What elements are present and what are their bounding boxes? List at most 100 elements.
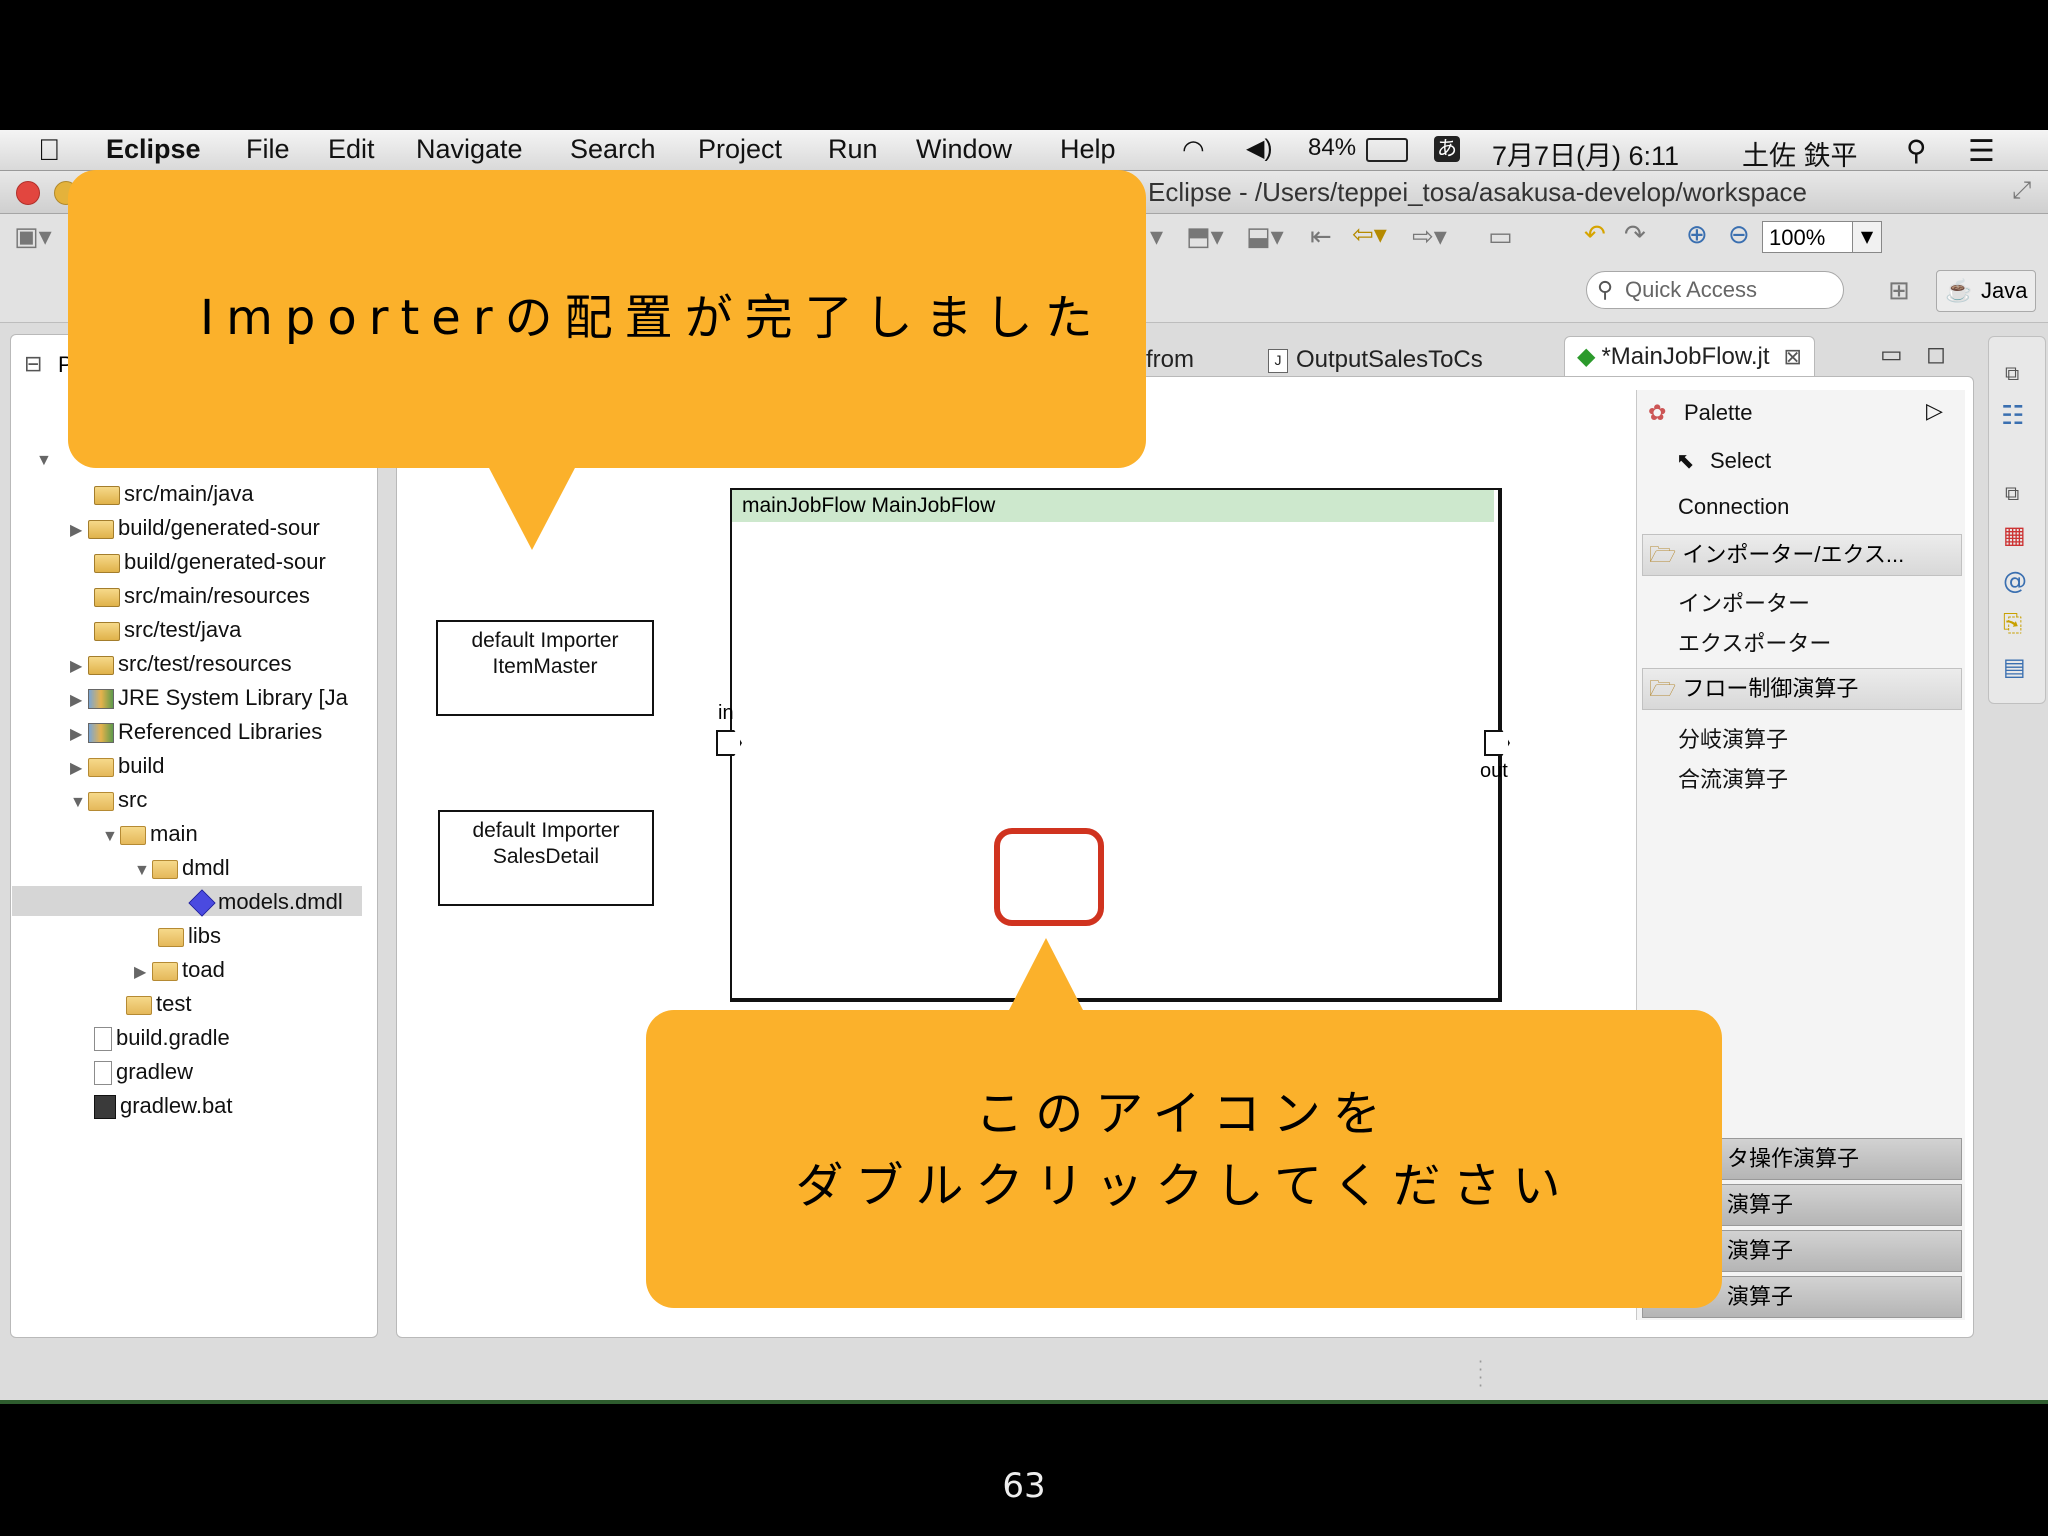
splitter-handle[interactable]: · · · · <box>1478 1354 1483 1394</box>
palette-importer[interactable]: インポーター <box>1678 586 1810 618</box>
toolbar-dropdown-icon[interactable]: ▾ <box>1150 222 1163 252</box>
wifi-icon[interactable]: ◠ <box>1182 134 1205 165</box>
importer-sales-detail-node[interactable]: default Importer SalesDetail <box>438 810 654 906</box>
tree-item[interactable]: src/test/java <box>94 614 241 646</box>
close-tab-icon[interactable]: ⊠ <box>1784 344 1802 369</box>
menu-app-name[interactable]: Eclipse <box>106 134 201 165</box>
tree-item[interactable]: ▶ toad <box>134 954 225 986</box>
restore-icon-2[interactable]: ⧉ <box>2005 481 2019 505</box>
last-edit-icon[interactable]: ⇤ <box>1310 222 1332 252</box>
expand-arrow-icon[interactable]: ▶ <box>70 719 88 751</box>
menu-help[interactable]: Help <box>1060 134 1116 165</box>
previous-annotation-icon[interactable]: ⬓▾ <box>1246 222 1284 252</box>
zoom-dropdown-icon[interactable]: ▼ <box>1852 221 1882 253</box>
collapse-arrow-icon[interactable]: ▼ <box>70 787 88 819</box>
expand-arrow-icon[interactable]: ▶ <box>70 753 88 785</box>
zoom-out-icon[interactable]: ⊖ <box>1728 220 1750 250</box>
outline-icon[interactable]: ☷ <box>2001 401 2024 431</box>
back-icon[interactable]: ⇦▾ <box>1352 220 1387 250</box>
java-perspective-button[interactable]: ☕ Java <box>1936 270 2036 312</box>
tree-item[interactable]: models.dmdl <box>188 886 343 918</box>
tree-item[interactable]: gradlew <box>94 1056 193 1088</box>
expand-arrow-icon[interactable]: ▶ <box>70 651 88 683</box>
tree-item[interactable]: libs <box>158 920 221 952</box>
menu-file[interactable]: File <box>246 134 290 165</box>
tree-item-project[interactable]: ▼ <box>36 442 54 474</box>
tab-output-sales-tocs[interactable]: J OutputSalesToCs <box>1268 340 1483 380</box>
minimize-view-icon[interactable]: ▭ <box>1880 340 1903 368</box>
palette-select-tool[interactable]: Select <box>1710 448 1771 474</box>
menu-project[interactable]: Project <box>698 134 782 165</box>
expand-arrow-icon[interactable]: ▶ <box>70 685 88 717</box>
menu-edit[interactable]: Edit <box>328 134 375 165</box>
collapse-arrow-icon[interactable]: ▼ <box>36 445 54 477</box>
expand-arrow-icon[interactable]: ▶ <box>134 957 152 989</box>
tree-item[interactable]: gradlew.bat <box>94 1090 233 1122</box>
tab-partial[interactable]: from <box>1146 340 1194 380</box>
tree-item[interactable]: ▼ src <box>70 784 147 816</box>
declaration-icon[interactable]: ⎘ <box>2003 609 2022 637</box>
quick-access-field[interactable]: ⚲ Quick Access <box>1586 271 1844 309</box>
forward-icon[interactable]: ⇨▾ <box>1412 222 1447 252</box>
notification-list-icon[interactable]: ☰ <box>1968 134 1995 169</box>
port-out-label: out <box>1480 760 1508 782</box>
restore-icon[interactable]: ⧉ <box>2005 361 2019 385</box>
palette-confluent-operator[interactable]: 合流演算子 <box>1678 762 1788 794</box>
zoom-level-field[interactable]: 100% <box>1762 221 1858 253</box>
input-method-indicator[interactable]: あ <box>1434 136 1460 162</box>
tree-item[interactable]: ▼ main <box>102 818 198 850</box>
next-annotation-icon[interactable]: ⬒▾ <box>1186 222 1224 252</box>
new-wizard-icon[interactable]: ▣▾ <box>14 222 52 252</box>
pin-editor-icon[interactable]: ▭ <box>1488 222 1513 252</box>
palette-drawer-flow-control[interactable]: 🗁 フロー制御演算子 <box>1642 668 1962 710</box>
menu-run[interactable]: Run <box>828 134 878 165</box>
console-icon[interactable]: ▤ <box>2003 653 2026 681</box>
palette-drawer-importer-exporter[interactable]: 🗁 インポーター/エクス... <box>1642 534 1962 576</box>
battery-percent[interactable]: 84% <box>1308 134 1356 162</box>
close-window-button[interactable] <box>16 181 40 205</box>
double-click-target-highlight[interactable] <box>994 828 1104 926</box>
menu-navigate[interactable]: Navigate <box>416 134 523 165</box>
palette-connection-tool[interactable]: Connection <box>1678 494 1789 520</box>
tree-item-label: test <box>156 991 192 1016</box>
tree-item[interactable]: src/main/java <box>94 478 254 510</box>
problems-icon[interactable]: ▦ <box>2003 521 2026 549</box>
tree-item[interactable]: ▶ src/test/resources <box>70 648 292 680</box>
palette-collapse-icon[interactable]: ▷ <box>1926 398 1943 424</box>
open-perspective-icon[interactable]: ⊞ <box>1888 276 1910 306</box>
jobflow-header[interactable]: mainJobFlow MainJobFlow <box>732 490 1494 522</box>
javadoc-icon[interactable]: @ <box>2003 567 2027 595</box>
tab-main-jobflow[interactable]: ◆ *MainJobFlow.jt ⊠ <box>1564 336 1815 377</box>
spotlight-search-icon[interactable]: ⚲ <box>1906 134 1927 167</box>
volume-icon[interactable]: ◀) <box>1246 134 1272 163</box>
tree-item[interactable]: src/main/resources <box>94 580 310 612</box>
menu-search[interactable]: Search <box>570 134 656 165</box>
redo-icon[interactable]: ↷ <box>1624 220 1646 250</box>
fullscreen-icon[interactable]: ⤢ <box>2012 177 2031 205</box>
tree-item[interactable]: build.gradle <box>94 1022 230 1054</box>
tree-item[interactable]: build/generated-sour <box>94 546 326 578</box>
apple-icon[interactable]:  <box>38 134 61 168</box>
tree-item[interactable]: ▶ JRE System Library [Ja <box>70 682 348 714</box>
tree-item[interactable]: ▶ Referenced Libraries <box>70 716 322 748</box>
window-title: Eclipse - /Users/teppei_tosa/asakusa-dev… <box>1148 177 1808 207</box>
collapse-arrow-icon[interactable]: ▼ <box>102 821 120 853</box>
tree-item[interactable]: ▶ build <box>70 750 164 782</box>
tree-item[interactable]: ▼ dmdl <box>134 852 230 884</box>
zoom-in-icon[interactable]: ⊕ <box>1686 220 1708 250</box>
expand-arrow-icon[interactable]: ▶ <box>70 515 88 547</box>
tree-item-label: build <box>118 753 165 778</box>
palette-exporter[interactable]: エクスポーター <box>1678 626 1831 658</box>
clock-datetime[interactable]: 7月7日(月) 6:11 <box>1492 134 1679 173</box>
menu-window[interactable]: Window <box>916 134 1012 165</box>
palette-branch-operator[interactable]: 分岐演算子 <box>1678 722 1788 754</box>
jobflow-file-icon: ◆ <box>1577 343 1596 370</box>
undo-icon[interactable]: ↶ <box>1584 220 1606 250</box>
importer-item-master-node[interactable]: default Importer ItemMaster <box>436 620 654 716</box>
collapse-arrow-icon[interactable]: ▼ <box>134 855 152 887</box>
maximize-view-icon[interactable]: ◻ <box>1926 340 1946 368</box>
tree-item[interactable]: ▶ build/generated-sour <box>70 512 320 544</box>
main-jobflow-box[interactable] <box>730 488 1502 1002</box>
tree-item[interactable]: test <box>126 988 191 1020</box>
user-name[interactable]: 土佐 鉄平 <box>1742 134 1858 173</box>
